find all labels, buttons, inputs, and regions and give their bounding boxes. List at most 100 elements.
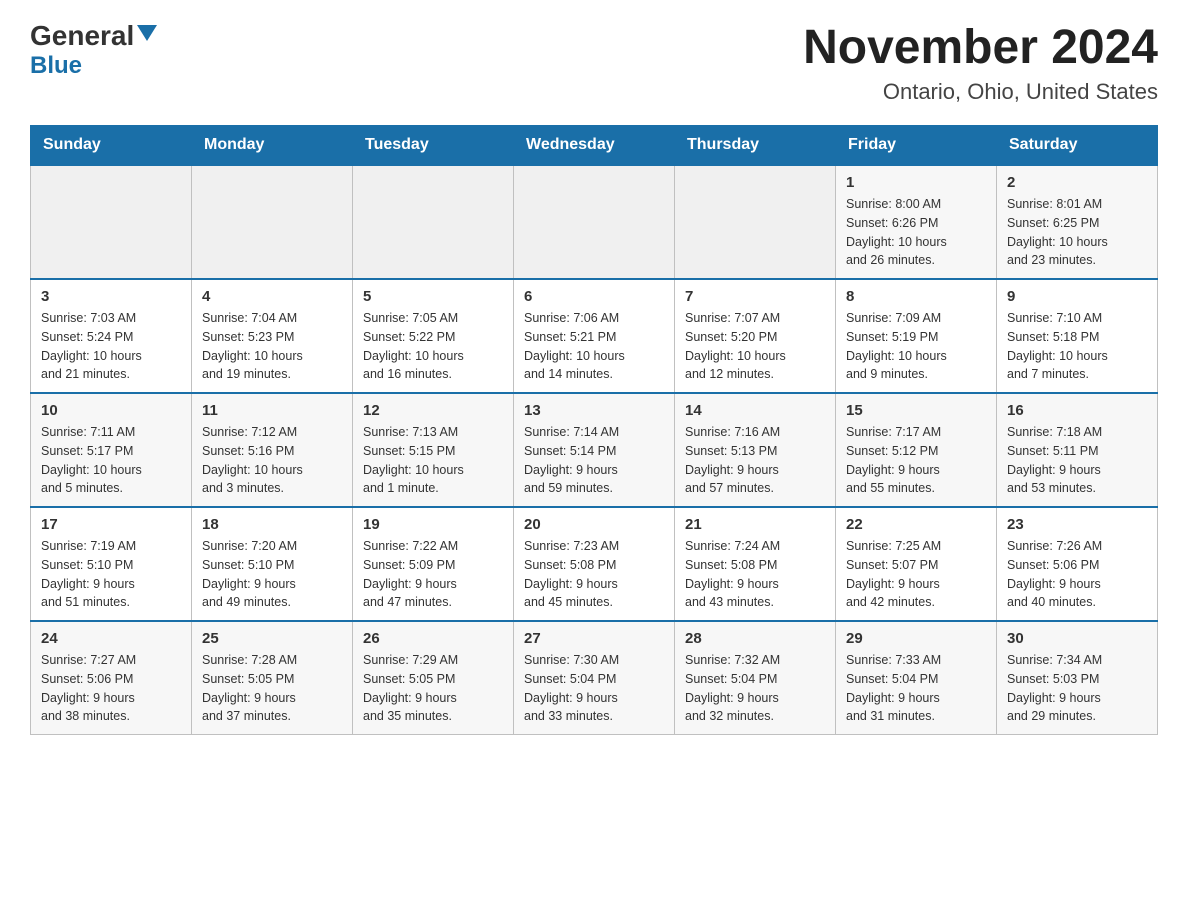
day-info: Sunrise: 7:13 AM Sunset: 5:15 PM Dayligh… bbox=[363, 423, 503, 498]
calendar-cell bbox=[353, 165, 514, 279]
header-monday: Monday bbox=[192, 126, 353, 166]
day-number: 10 bbox=[41, 402, 181, 419]
day-info: Sunrise: 7:26 AM Sunset: 5:06 PM Dayligh… bbox=[1007, 537, 1147, 612]
header-wednesday: Wednesday bbox=[514, 126, 675, 166]
day-info: Sunrise: 7:18 AM Sunset: 5:11 PM Dayligh… bbox=[1007, 423, 1147, 498]
calendar-cell: 19 Sunrise: 7:22 AM Sunset: 5:09 PM Dayli… bbox=[353, 507, 514, 621]
calendar-week-0: 1Sunrise: 8:00 AM Sunset: 6:26 PM Daylig… bbox=[31, 165, 1158, 279]
calendar-cell: 15 Sunrise: 7:17 AM Sunset: 5:12 PM Dayli… bbox=[836, 393, 997, 507]
day-number: 20 bbox=[524, 516, 664, 533]
calendar-cell bbox=[192, 165, 353, 279]
calendar-cell: 22 Sunrise: 7:25 AM Sunset: 5:07 PM Dayli… bbox=[836, 507, 997, 621]
day-number: 8 bbox=[846, 288, 986, 305]
calendar-week-2: 10 Sunrise: 7:11 AM Sunset: 5:17 PM Dayli… bbox=[31, 393, 1158, 507]
day-number: 22 bbox=[846, 516, 986, 533]
header-tuesday: Tuesday bbox=[353, 126, 514, 166]
calendar-cell: 10 Sunrise: 7:11 AM Sunset: 5:17 PM Dayli… bbox=[31, 393, 192, 507]
calendar-cell: 26 Sunrise: 7:29 AM Sunset: 5:05 PM Dayli… bbox=[353, 621, 514, 735]
calendar-cell: 4Sunrise: 7:04 AM Sunset: 5:23 PM Daylig… bbox=[192, 279, 353, 393]
calendar-week-4: 24Sunrise: 7:27 AM Sunset: 5:06 PM Dayli… bbox=[31, 621, 1158, 735]
day-info: Sunrise: 7:22 AM Sunset: 5:09 PM Dayligh… bbox=[363, 537, 503, 612]
calendar-cell: 27 Sunrise: 7:30 AM Sunset: 5:04 PM Dayli… bbox=[514, 621, 675, 735]
calendar-table: Sunday Monday Tuesday Wednesday Thursday… bbox=[30, 125, 1158, 735]
logo: General Blue bbox=[30, 20, 157, 80]
day-number: 1 bbox=[846, 174, 986, 191]
calendar-cell: 29 Sunrise: 7:33 AM Sunset: 5:04 PM Dayli… bbox=[836, 621, 997, 735]
day-info: Sunrise: 7:12 AM Sunset: 5:16 PM Dayligh… bbox=[202, 423, 342, 498]
page-title: November 2024 bbox=[803, 20, 1158, 75]
day-number: 7 bbox=[685, 288, 825, 305]
day-number: 17 bbox=[41, 516, 181, 533]
calendar-cell: 8 Sunrise: 7:09 AM Sunset: 5:19 PM Daylig… bbox=[836, 279, 997, 393]
calendar-cell: 17 Sunrise: 7:19 AM Sunset: 5:10 PM Dayli… bbox=[31, 507, 192, 621]
calendar-cell: 13 Sunrise: 7:14 AM Sunset: 5:14 PM Dayli… bbox=[514, 393, 675, 507]
day-info: Sunrise: 7:09 AM Sunset: 5:19 PM Dayligh… bbox=[846, 309, 986, 384]
day-number: 13 bbox=[524, 402, 664, 419]
day-info: Sunrise: 7:32 AM Sunset: 5:04 PM Dayligh… bbox=[685, 651, 825, 726]
day-number: 11 bbox=[202, 402, 342, 419]
day-number: 5 bbox=[363, 288, 503, 305]
day-info: Sunrise: 7:27 AM Sunset: 5:06 PM Dayligh… bbox=[41, 651, 181, 726]
calendar-cell: 28 Sunrise: 7:32 AM Sunset: 5:04 PM Dayli… bbox=[675, 621, 836, 735]
calendar-header-row: Sunday Monday Tuesday Wednesday Thursday… bbox=[31, 126, 1158, 166]
page-subtitle: Ontario, Ohio, United States bbox=[803, 79, 1158, 105]
calendar-cell: 9Sunrise: 7:10 AM Sunset: 5:18 PM Daylig… bbox=[997, 279, 1158, 393]
logo-general-text: General bbox=[30, 20, 134, 52]
day-number: 27 bbox=[524, 630, 664, 647]
header: General Blue November 2024 Ontario, Ohio… bbox=[30, 20, 1158, 105]
calendar-week-1: 3Sunrise: 7:03 AM Sunset: 5:24 PM Daylig… bbox=[31, 279, 1158, 393]
header-sunday: Sunday bbox=[31, 126, 192, 166]
day-info: Sunrise: 7:11 AM Sunset: 5:17 PM Dayligh… bbox=[41, 423, 181, 498]
day-info: Sunrise: 8:01 AM Sunset: 6:25 PM Dayligh… bbox=[1007, 195, 1147, 270]
day-info: Sunrise: 7:19 AM Sunset: 5:10 PM Dayligh… bbox=[41, 537, 181, 612]
day-info: Sunrise: 7:07 AM Sunset: 5:20 PM Dayligh… bbox=[685, 309, 825, 384]
calendar-cell: 1Sunrise: 8:00 AM Sunset: 6:26 PM Daylig… bbox=[836, 165, 997, 279]
day-info: Sunrise: 7:33 AM Sunset: 5:04 PM Dayligh… bbox=[846, 651, 986, 726]
day-number: 16 bbox=[1007, 402, 1147, 419]
day-number: 25 bbox=[202, 630, 342, 647]
day-number: 30 bbox=[1007, 630, 1147, 647]
day-number: 21 bbox=[685, 516, 825, 533]
header-thursday: Thursday bbox=[675, 126, 836, 166]
day-info: Sunrise: 7:29 AM Sunset: 5:05 PM Dayligh… bbox=[363, 651, 503, 726]
day-number: 15 bbox=[846, 402, 986, 419]
day-number: 12 bbox=[363, 402, 503, 419]
day-number: 18 bbox=[202, 516, 342, 533]
day-info: Sunrise: 7:25 AM Sunset: 5:07 PM Dayligh… bbox=[846, 537, 986, 612]
calendar-cell: 20 Sunrise: 7:23 AM Sunset: 5:08 PM Dayli… bbox=[514, 507, 675, 621]
day-number: 2 bbox=[1007, 174, 1147, 191]
calendar-cell: 25Sunrise: 7:28 AM Sunset: 5:05 PM Dayli… bbox=[192, 621, 353, 735]
title-area: November 2024 Ontario, Ohio, United Stat… bbox=[803, 20, 1158, 105]
day-number: 9 bbox=[1007, 288, 1147, 305]
calendar-cell: 3Sunrise: 7:03 AM Sunset: 5:24 PM Daylig… bbox=[31, 279, 192, 393]
calendar-cell: 30 Sunrise: 7:34 AM Sunset: 5:03 PM Dayli… bbox=[997, 621, 1158, 735]
day-info: Sunrise: 7:04 AM Sunset: 5:23 PM Dayligh… bbox=[202, 309, 342, 384]
calendar-cell bbox=[514, 165, 675, 279]
calendar-cell: 16 Sunrise: 7:18 AM Sunset: 5:11 PM Dayli… bbox=[997, 393, 1158, 507]
calendar-cell: 18 Sunrise: 7:20 AM Sunset: 5:10 PM Dayli… bbox=[192, 507, 353, 621]
calendar-cell: 12 Sunrise: 7:13 AM Sunset: 5:15 PM Dayli… bbox=[353, 393, 514, 507]
calendar-cell: 6Sunrise: 7:06 AM Sunset: 5:21 PM Daylig… bbox=[514, 279, 675, 393]
day-number: 23 bbox=[1007, 516, 1147, 533]
day-number: 28 bbox=[685, 630, 825, 647]
day-info: Sunrise: 7:20 AM Sunset: 5:10 PM Dayligh… bbox=[202, 537, 342, 612]
day-info: Sunrise: 7:30 AM Sunset: 5:04 PM Dayligh… bbox=[524, 651, 664, 726]
header-friday: Friday bbox=[836, 126, 997, 166]
header-saturday: Saturday bbox=[997, 126, 1158, 166]
day-info: Sunrise: 7:34 AM Sunset: 5:03 PM Dayligh… bbox=[1007, 651, 1147, 726]
day-info: Sunrise: 7:17 AM Sunset: 5:12 PM Dayligh… bbox=[846, 423, 986, 498]
calendar-cell bbox=[675, 165, 836, 279]
day-info: Sunrise: 7:23 AM Sunset: 5:08 PM Dayligh… bbox=[524, 537, 664, 612]
day-number: 19 bbox=[363, 516, 503, 533]
day-number: 6 bbox=[524, 288, 664, 305]
day-number: 29 bbox=[846, 630, 986, 647]
day-info: Sunrise: 7:16 AM Sunset: 5:13 PM Dayligh… bbox=[685, 423, 825, 498]
day-number: 26 bbox=[363, 630, 503, 647]
calendar-cell: 23 Sunrise: 7:26 AM Sunset: 5:06 PM Dayli… bbox=[997, 507, 1158, 621]
calendar-cell: 14Sunrise: 7:16 AM Sunset: 5:13 PM Dayli… bbox=[675, 393, 836, 507]
day-info: Sunrise: 7:05 AM Sunset: 5:22 PM Dayligh… bbox=[363, 309, 503, 384]
logo-blue-text: Blue bbox=[30, 52, 82, 80]
calendar-cell: 11 Sunrise: 7:12 AM Sunset: 5:16 PM Dayli… bbox=[192, 393, 353, 507]
calendar-cell: 2 Sunrise: 8:01 AM Sunset: 6:25 PM Daylig… bbox=[997, 165, 1158, 279]
day-info: Sunrise: 7:14 AM Sunset: 5:14 PM Dayligh… bbox=[524, 423, 664, 498]
